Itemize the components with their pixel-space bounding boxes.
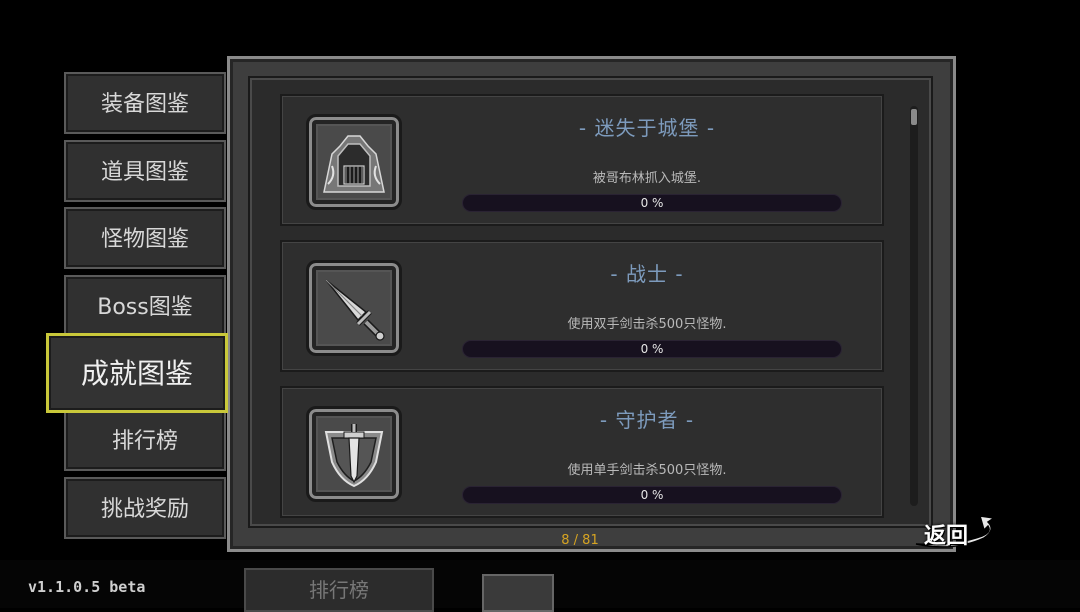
achievement-description: 被哥布林抓入城堡. bbox=[592, 171, 702, 186]
achievement-title: - 迷失于城堡 - bbox=[578, 116, 716, 140]
scrollbar-track[interactable] bbox=[910, 106, 918, 506]
progress-text: 0 % bbox=[640, 196, 664, 210]
progress-bar: 0 % bbox=[462, 486, 842, 504]
tab-achievement-codex[interactable]: 成就图鉴 bbox=[46, 333, 228, 413]
tab-leaderboard[interactable]: 排行榜 bbox=[64, 409, 226, 471]
castle-icon bbox=[306, 114, 402, 210]
achievement-description: 使用单手剑击杀500只怪物. bbox=[567, 463, 727, 478]
achievement-description: 使用双手剑击杀500只怪物. bbox=[567, 317, 727, 332]
sword-shield-icon bbox=[306, 406, 402, 502]
achievement-card[interactable]: - 战士 - 使用双手剑击杀500只怪物. 0 % bbox=[280, 240, 884, 372]
achievement-title: - 守护者 - bbox=[599, 408, 695, 432]
tab-challenge-rewards[interactable]: 挑战奖励 bbox=[64, 477, 226, 539]
progress-bar: 0 % bbox=[462, 340, 842, 358]
tab-equipment-codex[interactable]: 装备图鉴 bbox=[64, 72, 226, 134]
tab-monster-codex[interactable]: 怪物图鉴 bbox=[64, 207, 226, 269]
background-ranking-button: 排行榜 bbox=[244, 568, 434, 612]
progress-bar: 0 % bbox=[462, 194, 842, 212]
back-button[interactable]: 返回 bbox=[910, 512, 996, 554]
tab-item-codex[interactable]: 道具图鉴 bbox=[64, 140, 226, 202]
tab-boss-codex[interactable]: Boss图鉴 bbox=[64, 275, 226, 337]
version-label: v1.1.0.5 beta bbox=[28, 578, 146, 596]
achievement-card[interactable]: - 守护者 - 使用单手剑击杀500只怪物. 0 % bbox=[280, 386, 884, 518]
background-figure bbox=[482, 574, 554, 612]
achievement-title: - 战士 - bbox=[610, 262, 684, 286]
progress-text: 0 % bbox=[640, 342, 664, 356]
back-label: 返回 bbox=[924, 524, 969, 549]
progress-text: 0 % bbox=[640, 488, 664, 502]
achievement-card[interactable]: - 迷失于城堡 - 被哥布林抓入城堡. 0 % bbox=[280, 94, 884, 226]
scrollbar-thumb[interactable] bbox=[911, 109, 917, 125]
page-counter: 8 / 81 bbox=[561, 533, 599, 548]
greatsword-icon bbox=[306, 260, 402, 356]
